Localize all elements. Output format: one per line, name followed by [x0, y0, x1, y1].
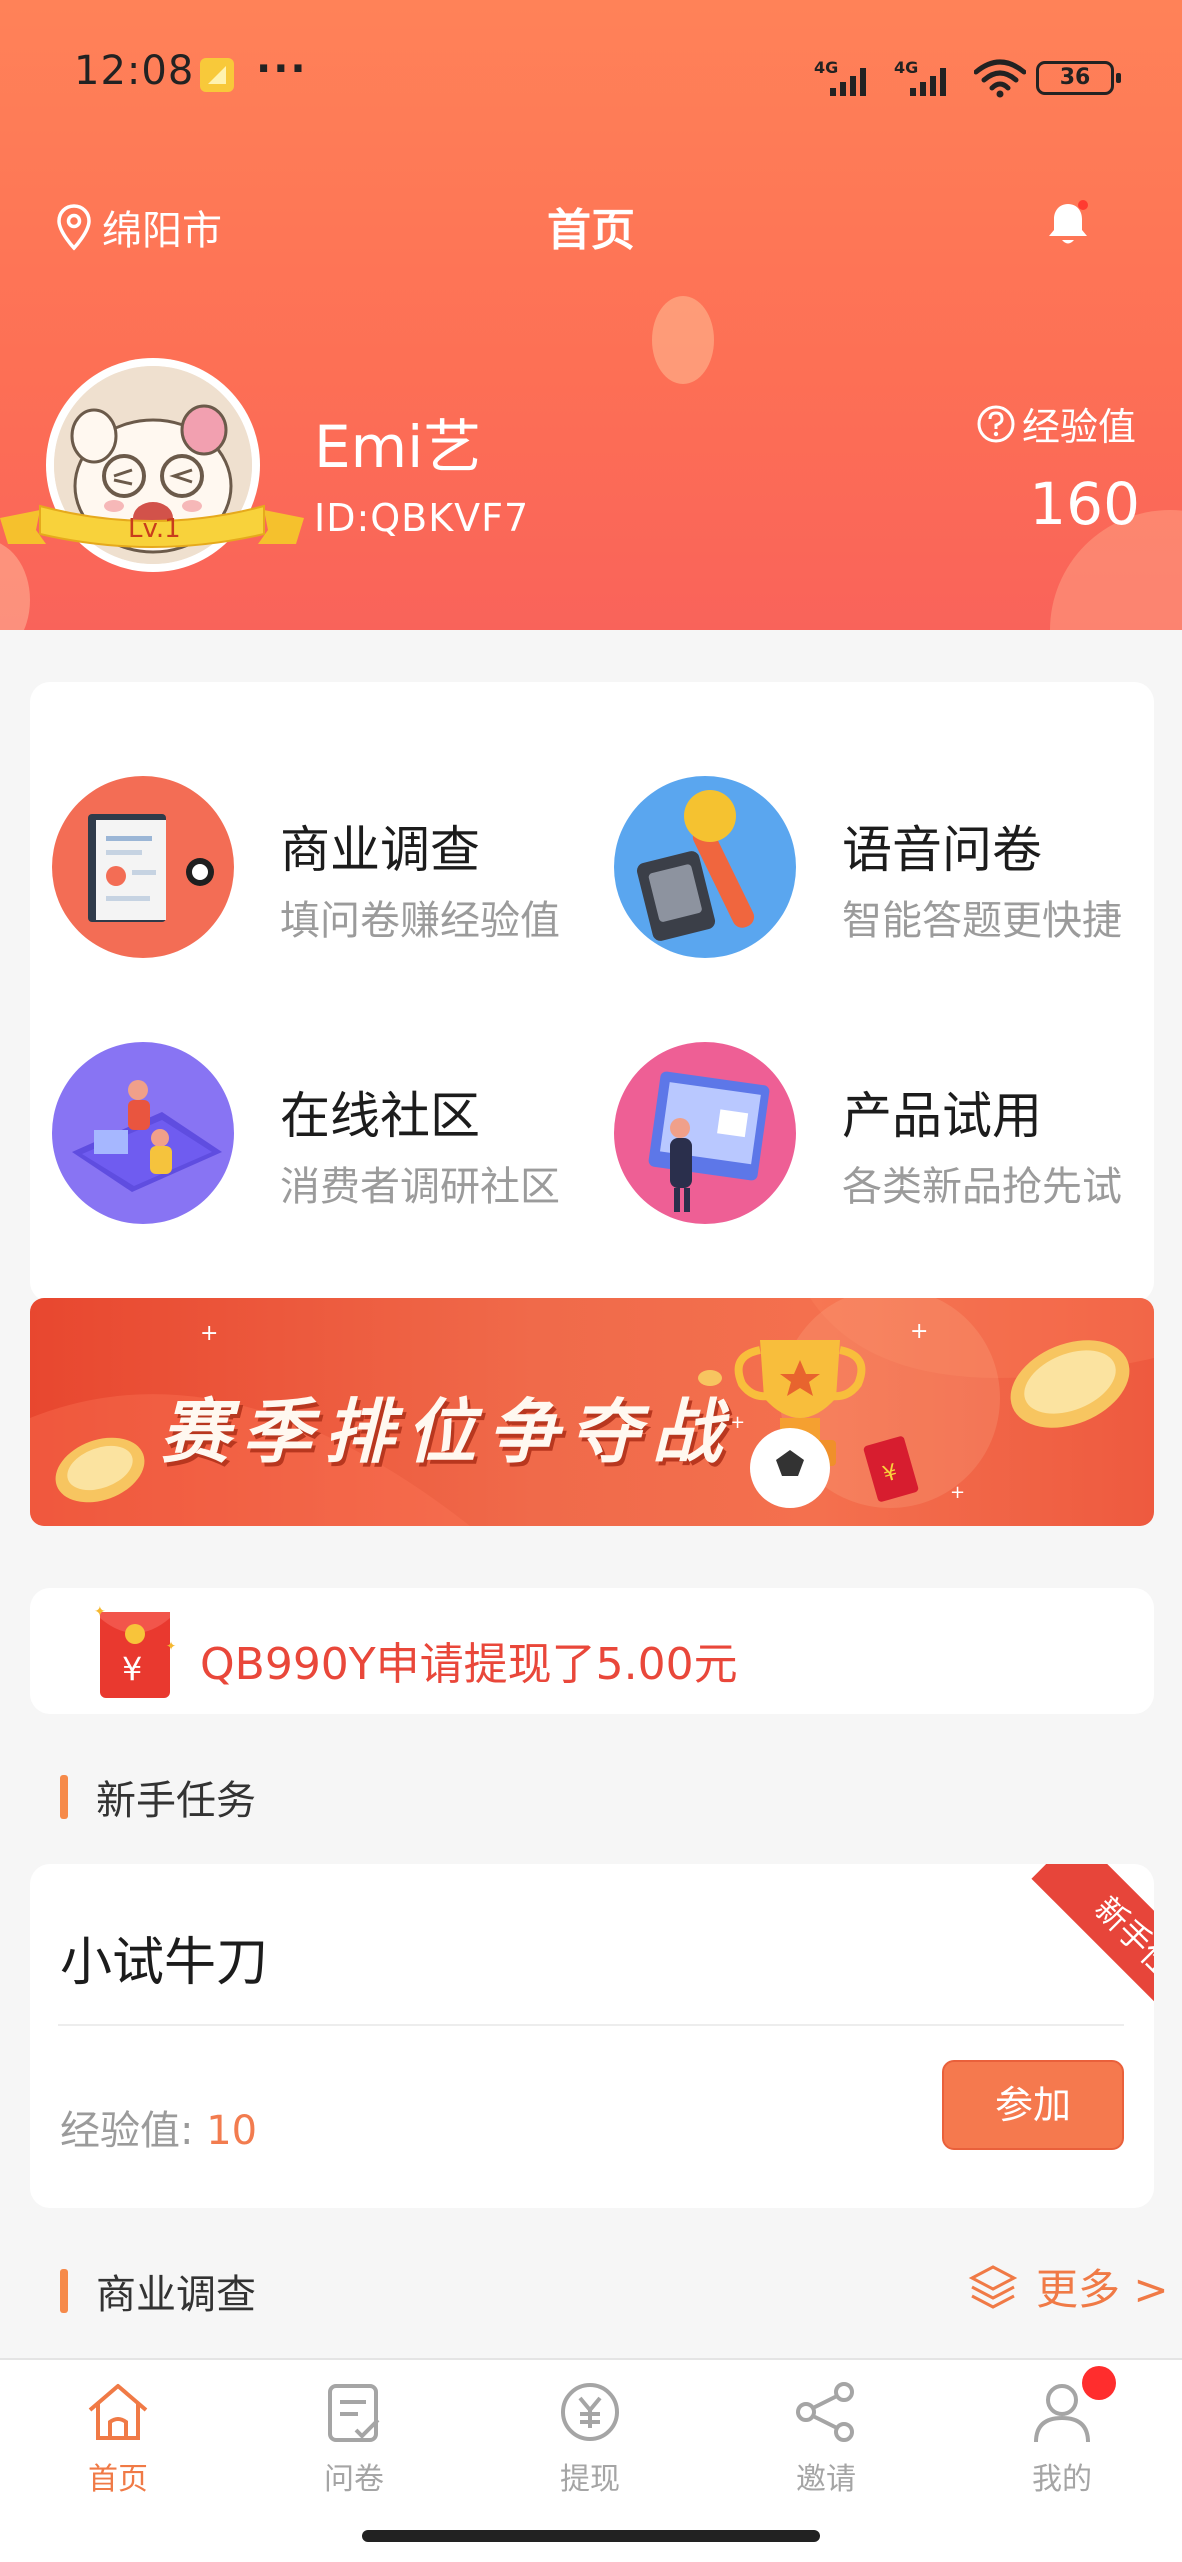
category-business-survey[interactable]: 商业调查 填问卷赚经验值	[30, 766, 590, 966]
status-bar: 12:08 ··· 4G 4G 36	[0, 0, 1182, 150]
svg-text:+: +	[910, 1319, 928, 1344]
home-indicator[interactable]	[362, 2530, 820, 2542]
withdraw-icon	[561, 2383, 619, 2441]
banner-title: 赛季排位争夺战	[160, 1391, 734, 1473]
notice-text: QB990Y申请提现了5.00元	[200, 1639, 738, 1690]
product-trial-illustration-icon	[614, 1042, 796, 1224]
nav-label: 我的	[1032, 2462, 1092, 2497]
exp-value: 160	[1029, 470, 1140, 538]
svg-text:+: +	[200, 1321, 218, 1346]
section-accent-bar	[60, 2269, 68, 2313]
exp-help[interactable]: 经验值	[976, 396, 1136, 451]
task-card[interactable]: 小试牛刀 经验值: 10 参加 新手任务	[30, 1864, 1154, 2208]
header: 12:08 ··· 4G 4G 36 绵阳市 首页 Lv.1 Emi艺 ID:Q…	[0, 0, 1182, 630]
category-title: 在线社区	[280, 1087, 480, 1145]
category-product-trial[interactable]: 产品试用 各类新品抢先试	[592, 1032, 1152, 1232]
nav-label: 邀请	[796, 2462, 856, 2497]
category-subtitle: 智能答题更快捷	[842, 898, 1122, 944]
section-header-newbie: 新手任务	[60, 1768, 256, 1826]
status-indicators: 4G 4G 36	[814, 58, 1121, 98]
category-grid: 商业调查 填问卷赚经验值 语音问卷 智能答题更快捷 在线社区 消费者调研社区 产…	[30, 682, 1154, 1302]
section-header-business-survey: 商业调查	[60, 2262, 256, 2320]
user-id: ID:QBKVF7	[314, 496, 530, 540]
gallery-notification-icon	[200, 58, 234, 92]
status-time: 12:08	[74, 48, 195, 94]
divider	[58, 2024, 1124, 2026]
nav-home[interactable]: 首页	[28, 2378, 208, 2508]
layers-icon	[968, 2264, 1018, 2309]
decor-bubble	[0, 540, 30, 630]
battery-icon: 36	[1036, 61, 1121, 95]
nav-label: 提现	[560, 2462, 620, 2497]
section-title: 商业调查	[96, 2272, 256, 2318]
task-exp-label: 经验值:	[60, 2108, 194, 2154]
nav-invite[interactable]: 邀请	[736, 2378, 916, 2508]
profile-badge-dot	[1082, 2366, 1116, 2400]
report-illustration-icon	[52, 776, 234, 958]
notification-dot	[1078, 200, 1088, 210]
level-badge: Lv.1	[128, 514, 181, 544]
category-title: 产品试用	[842, 1087, 1042, 1145]
category-title: 语音问卷	[842, 821, 1042, 879]
more-link[interactable]: 更多 >	[968, 2256, 1169, 2317]
nav-profile[interactable]: 我的	[972, 2378, 1152, 2508]
nav-withdraw[interactable]: 提现	[500, 2378, 680, 2508]
red-envelope-icon: ¥ ✦ ✦	[94, 1604, 176, 1698]
newbie-ribbon: 新手任务	[976, 1864, 1154, 2094]
page-title: 首页	[547, 205, 635, 256]
nav-label: 问卷	[324, 2462, 384, 2497]
category-voice-survey[interactable]: 语音问卷 智能答题更快捷	[592, 766, 1152, 966]
nav-label: 首页	[88, 2462, 148, 2497]
microphone-illustration-icon	[614, 776, 796, 958]
signal-icon: 4G	[814, 58, 884, 98]
user-name: Emi艺	[314, 413, 482, 481]
task-name: 小试牛刀	[60, 1933, 269, 1993]
home-icon	[88, 2384, 148, 2440]
category-subtitle: 填问卷赚经验值	[280, 898, 560, 944]
exp-label: 经验值	[1022, 405, 1137, 449]
section-accent-bar	[60, 1775, 68, 1819]
more-label: 更多 >	[1036, 2265, 1169, 2314]
wifi-icon	[974, 59, 1026, 98]
withdraw-notice: ¥ ✦ ✦ QB990Y申请提现了5.00元	[30, 1588, 1154, 1714]
category-subtitle: 消费者调研社区	[280, 1164, 560, 1210]
signal-icon: 4G	[894, 58, 964, 98]
svg-text:✦: ✦	[166, 1639, 176, 1653]
questionnaire-icon	[328, 2384, 380, 2442]
section-title: 新手任务	[96, 1778, 256, 1824]
svg-text:✦: ✦	[94, 1604, 106, 1620]
svg-text:¥: ¥	[122, 1650, 142, 1688]
help-icon	[977, 405, 1015, 442]
more-notifications-icon: ···	[256, 46, 308, 92]
share-icon	[796, 2382, 854, 2442]
community-illustration-icon	[52, 1042, 234, 1224]
category-subtitle: 各类新品抢先试	[842, 1164, 1122, 1210]
task-exp: 经验值: 10	[60, 2098, 257, 2156]
category-title: 商业调查	[280, 821, 480, 879]
decor-bubble	[652, 296, 714, 384]
nav-questionnaire[interactable]: 问卷	[264, 2378, 444, 2508]
svg-text:+: +	[950, 1482, 965, 1503]
season-ranking-banner[interactable]: ¥ + + + + 赛季排位争夺战	[30, 1298, 1154, 1526]
task-exp-value: 10	[206, 2108, 258, 2154]
category-online-community[interactable]: 在线社区 消费者调研社区	[30, 1032, 590, 1232]
